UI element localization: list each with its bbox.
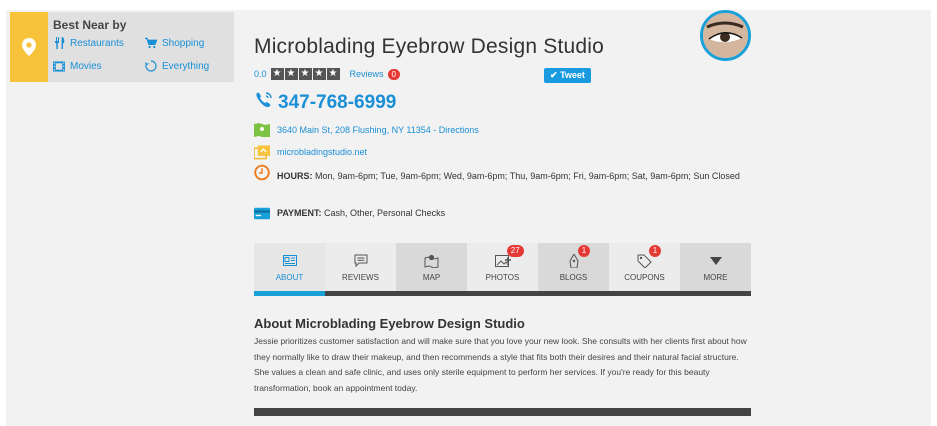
id-card-icon xyxy=(282,253,298,269)
location-pin-icon xyxy=(10,12,48,82)
rating-value: 0.0 xyxy=(254,69,267,79)
nearby-link-movies[interactable]: Movies xyxy=(53,60,102,72)
twitter-bird-icon: ✔ xyxy=(550,70,558,80)
circle-arrows-icon xyxy=(145,60,157,72)
coupons-count-badge: 1 xyxy=(648,245,662,257)
star-icon: ★ xyxy=(298,68,312,80)
reviews-link[interactable]: Reviews xyxy=(350,69,384,79)
tab-label: ABOUT xyxy=(275,272,304,282)
phone-icon xyxy=(254,91,274,115)
address-row: 3640 Main St, 208 Flushing, NY 11354 - D… xyxy=(254,123,479,137)
tab-map[interactable]: MAP xyxy=(396,243,467,291)
about-text: Jessie prioritizes customer satisfaction… xyxy=(254,336,747,393)
tab-label: BLOGS xyxy=(559,272,588,282)
tab-label: REVIEWS xyxy=(342,272,379,282)
nearby-link-label: Everything xyxy=(162,60,210,72)
address-link[interactable]: 3640 Main St, 208 Flushing, NY 11354 - D… xyxy=(277,125,479,135)
tab-label: COUPONS xyxy=(624,272,665,282)
hours-label: HOURS: xyxy=(277,171,313,181)
rating-row: 0.0 ★ ★ ★ ★ ★ Reviews 0 xyxy=(254,68,400,80)
section-divider-bar xyxy=(254,408,751,416)
nearby-link-label: Shopping xyxy=(162,37,205,49)
tweet-button[interactable]: ✔ Tweet xyxy=(544,68,591,83)
comment-icon xyxy=(353,253,369,269)
phone-row[interactable]: 347-768-6999 xyxy=(254,91,396,115)
map-icon xyxy=(254,123,270,137)
credit-card-icon xyxy=(254,206,270,220)
blogs-count-badge: 1 xyxy=(577,245,591,257)
hours-text: HOURS: Mon, 9am-6pm; Tue, 9am-6pm; Wed, … xyxy=(277,168,752,185)
tab-reviews[interactable]: REVIEWS xyxy=(325,243,396,291)
tab-more[interactable]: MORE xyxy=(680,243,751,291)
tab-label: MAP xyxy=(422,272,441,282)
payment-label: PAYMENT: xyxy=(277,208,322,218)
tab-photos[interactable]: 27 PHOTOS xyxy=(467,243,538,291)
star-icon: ★ xyxy=(284,68,298,80)
film-icon xyxy=(53,60,65,72)
photos-count-badge: 27 xyxy=(506,245,524,257)
business-avatar[interactable] xyxy=(700,10,751,61)
star-icon: ★ xyxy=(312,68,326,80)
tab-label: MORE xyxy=(703,272,728,282)
star-icon: ★ xyxy=(326,68,340,80)
cart-icon xyxy=(145,37,157,49)
website-row: microbladingstudio.net xyxy=(254,144,367,159)
clock-icon xyxy=(254,164,270,180)
hours-value: Mon, 9am-6pm; Tue, 9am-6pm; Wed, 9am-6pm… xyxy=(315,171,740,181)
nearby-link-label: Restaurants xyxy=(70,37,124,49)
payment-row: PAYMENT: Cash, Other, Personal Checks xyxy=(254,206,445,220)
tab-blogs[interactable]: 1 BLOGS xyxy=(538,243,609,291)
about-heading: About Microblading Eyebrow Design Studio xyxy=(254,316,525,331)
tweet-label: Tweet xyxy=(560,70,585,80)
phone-number: 347-768-6999 xyxy=(278,92,397,113)
best-near-by-panel: Best Near by Restaurants Shopping Movies… xyxy=(10,12,234,82)
website-link[interactable]: microbladingstudio.net xyxy=(277,147,367,157)
payment-value: Cash, Other, Personal Checks xyxy=(324,208,446,218)
nearby-link-everything[interactable]: Everything xyxy=(145,60,209,72)
nearby-link-shopping[interactable]: Shopping xyxy=(145,37,204,49)
tab-label: PHOTOS xyxy=(485,272,520,282)
caret-down-icon xyxy=(708,253,724,269)
profile-tabs: ABOUT REVIEWS MAP 27 PHOTOS 1 BLOGS 1 CO… xyxy=(254,243,751,296)
website-icon xyxy=(254,144,270,159)
hours-icon-row xyxy=(254,164,270,180)
star-icon: ★ xyxy=(270,68,284,80)
reviews-count-badge: 0 xyxy=(387,68,400,80)
business-name: Microblading Eyebrow Design Studio xyxy=(254,35,604,58)
best-near-by-title: Best Near by xyxy=(53,18,127,32)
star-rating[interactable]: ★ ★ ★ ★ ★ xyxy=(270,68,340,80)
nearby-link-restaurants[interactable]: Restaurants xyxy=(53,37,124,49)
tab-coupons[interactable]: 1 COUPONS xyxy=(609,243,680,291)
eye-photo-icon xyxy=(703,13,748,58)
map-marker-icon xyxy=(424,253,440,269)
fork-knife-icon xyxy=(53,37,65,49)
tab-about[interactable]: ABOUT xyxy=(254,243,325,296)
nearby-link-label: Movies xyxy=(70,60,102,72)
